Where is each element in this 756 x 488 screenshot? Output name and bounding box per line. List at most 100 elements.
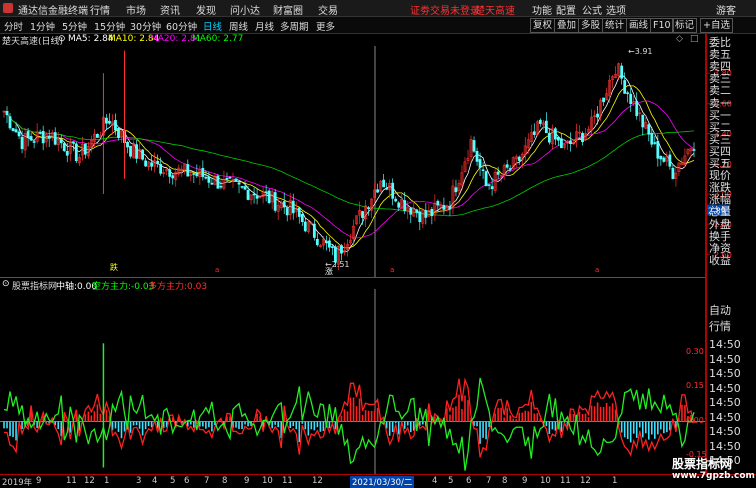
menu-jiaoyi[interactable]: 交易 (318, 2, 338, 17)
quote-time: 14:50 (709, 367, 741, 380)
login-notice[interactable]: 证劵交易未登录 (410, 2, 480, 17)
candle-body (150, 162, 154, 167)
ma5-line (3, 74, 695, 253)
candle-body (620, 65, 624, 79)
ma60-label: MA60: 2.77 (192, 34, 244, 44)
quote-label: 卖一 (709, 96, 731, 110)
signal-dot: a (390, 266, 394, 274)
candle-body (74, 143, 78, 162)
period-60min[interactable]: 60分钟 (166, 19, 197, 33)
indicator-icon[interactable]: ⊙ (2, 279, 10, 289)
menu-caifuquan[interactable]: 财富圈 (273, 2, 303, 17)
btn-f10[interactable]: F10 (650, 18, 674, 33)
date-label: 9 (522, 476, 528, 486)
quote-auto: 自动 (709, 304, 731, 317)
bull-line (4, 377, 695, 458)
candle-body (204, 176, 208, 179)
candle-body (490, 186, 494, 190)
period-month[interactable]: 月线 (255, 19, 274, 33)
candle-body (228, 176, 232, 179)
candle-body (569, 140, 572, 144)
candle-body (475, 151, 479, 162)
date-label: 6 (184, 476, 190, 486)
candle-body (38, 132, 42, 134)
close-icon[interactable]: □ (690, 34, 699, 44)
candle-body (53, 132, 57, 145)
candle-body (237, 182, 241, 185)
menu-peizhi[interactable]: 配置 (556, 2, 576, 17)
menu-gongshi[interactable]: 公式 (582, 2, 602, 17)
candle-body (478, 159, 482, 168)
candle-body (454, 187, 458, 193)
candle-body (487, 184, 491, 186)
btn-diejia[interactable]: 叠加 (554, 18, 580, 33)
candle-body (234, 178, 238, 182)
watermark-url: www.7gpzb.com (672, 471, 755, 481)
period-5min[interactable]: 5分钟 (62, 19, 87, 33)
quote-label: 买三 (709, 132, 731, 146)
menu-zixun[interactable]: 资讯 (160, 2, 180, 17)
candle-body (14, 129, 18, 133)
period-30min[interactable]: 30分钟 (130, 19, 161, 33)
period-fenshi[interactable]: 分时 (4, 19, 23, 33)
candle-body (538, 119, 542, 124)
indicator-chart[interactable] (0, 289, 705, 474)
quote-time: 14:50 (709, 381, 741, 395)
candle-body (671, 167, 675, 180)
guest-label[interactable]: 游客 (716, 2, 736, 17)
candle-body (8, 116, 12, 129)
candle-body (560, 138, 563, 149)
menu-wenxiaoda[interactable]: 问小达 (230, 2, 260, 17)
quote-time: 14:50 (709, 352, 741, 366)
btn-huaxian[interactable]: 画线 (626, 18, 652, 33)
period-15min[interactable]: 15分钟 (94, 19, 125, 33)
btn-fuquan[interactable]: 复权 (530, 18, 556, 33)
date-label: 1 (612, 476, 618, 486)
btn-zixuan[interactable]: +自选 (700, 18, 733, 33)
candle-body (144, 160, 148, 167)
candle-body (508, 168, 512, 170)
candle-body (126, 141, 129, 148)
date-label: 6 (466, 476, 472, 486)
candle-body (656, 140, 660, 159)
candle-body (484, 171, 488, 187)
menu-hangqing[interactable]: 行情 (90, 2, 110, 17)
menu-shichang[interactable]: 市场 (126, 2, 146, 17)
candle-body (367, 207, 370, 210)
main-chart-header: 楚天高速(日线) ⊙ MA5: 2.84 MA10: 2.84 MA20: 2.… (0, 34, 705, 47)
menu-gongneng[interactable]: 功能 (532, 2, 552, 17)
period-multi[interactable]: 多周期 (280, 19, 309, 33)
date-label: 11 (66, 476, 77, 486)
candle-body (135, 144, 138, 159)
candle-body (430, 209, 434, 217)
candle-body (385, 188, 389, 190)
indicator-tick: 0.30 (686, 346, 704, 356)
chevron-down-icon[interactable]: ⊙ (58, 34, 66, 44)
menu-xuanxiang[interactable]: 选项 (606, 2, 626, 17)
quote-panel: 委比 卖五 卖四 卖三 卖二 卖一 买一 买二 买三 买四 买五 现价 涨跌 涨幅 总量 外盘 换手 净资 收益 自动… (706, 34, 756, 474)
signal-dot: a (595, 266, 599, 274)
ma10-line (3, 85, 695, 249)
candle-body (159, 164, 163, 174)
btn-duogu[interactable]: 多股 (578, 18, 604, 33)
period-week[interactable]: 周线 (229, 19, 248, 33)
candle-body (141, 149, 145, 160)
candle-body (324, 240, 328, 244)
period-1min[interactable]: 1分钟 (30, 19, 55, 33)
candle-body (201, 167, 205, 178)
date-label: 10 (262, 476, 273, 486)
period-day[interactable]: 日线 (203, 19, 222, 33)
btn-tongji[interactable]: 统计 (602, 18, 628, 33)
candle-body (391, 182, 395, 199)
btn-biaoji[interactable]: 标记 (672, 18, 698, 33)
period-more[interactable]: 更多 (316, 19, 335, 33)
candle-body (312, 223, 316, 238)
candle-body (17, 131, 21, 137)
kline-chart[interactable]: ←3.91←2.51跌 涨a a a (0, 46, 705, 277)
date-label: 3 (136, 476, 142, 486)
candle-body (626, 92, 630, 95)
date-label: 11 (282, 476, 293, 486)
menu-faxian[interactable]: 发现 (196, 2, 216, 17)
candle-body (596, 113, 599, 118)
settings-icon[interactable]: ◇ (676, 34, 683, 44)
